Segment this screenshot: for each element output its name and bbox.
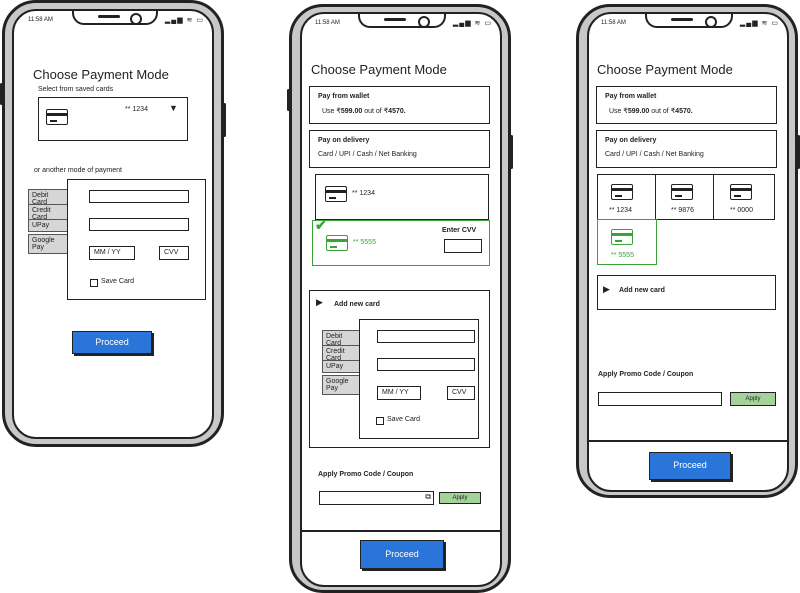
check-icon: ✔ [315, 217, 327, 233]
phone-screen-3: 11:58 AM ▂▄▆ ≋ ▭ Choose Payment Mode Pay… [587, 12, 789, 492]
card-icon [611, 184, 633, 200]
caret-right-icon[interactable]: ▶ [316, 297, 323, 308]
phone-frame-3: 11:58 AM ▂▄▆ ≋ ▭ Choose Payment Mode Pay… [576, 4, 800, 498]
status-icons: ▂▄▆ ≋ ▭ [739, 20, 779, 27]
phone-frame-2: 11:58 AM ▂▄▆ ≋ ▭ Choose Payment Mode Pay… [287, 4, 513, 593]
proceed-button[interactable]: Proceed [360, 540, 444, 569]
delivery-desc: Card / UPI / Cash / Net Banking [605, 151, 704, 158]
other-mode-label: or another mode of payment [34, 167, 122, 174]
phone-screen-2: 11:58 AM ▂▄▆ ≋ ▭ Choose Payment Mode Pay… [300, 12, 502, 587]
caret-right-icon[interactable]: ▶ [603, 284, 610, 295]
card-number-input[interactable] [89, 190, 189, 203]
card-form: MM / YY CVV Save Card [359, 319, 479, 439]
pay-on-delivery-option[interactable]: Pay on delivery Card / UPI / Cash / Net … [309, 130, 490, 168]
add-card-label[interactable]: Add new card [619, 287, 665, 294]
saved-card-option-5555-selected[interactable]: ✔ ** 5555 Enter CVV [312, 217, 490, 266]
status-time: 11:58 AM [28, 17, 53, 23]
delivery-title: Pay on delivery [318, 137, 370, 144]
card-icon [326, 235, 348, 251]
delivery-desc: Card / UPI / Cash / Net Banking [318, 151, 417, 158]
card-number: ** 5555 [611, 252, 634, 259]
promo-title: Apply Promo Code / Coupon [598, 371, 694, 378]
pay-from-wallet-option[interactable]: Pay from wallet Use ₹599.00 out of ₹4570… [309, 86, 490, 124]
card-form: MM / YY CVV Save Card [67, 179, 206, 300]
add-new-card-section[interactable]: ▶ Add new card [597, 275, 776, 310]
card-icon [46, 109, 68, 125]
tab-upay[interactable]: UPay [322, 360, 362, 373]
card-name-input[interactable] [377, 358, 475, 371]
expiry-input[interactable]: MM / YY [377, 386, 421, 400]
tab-upay[interactable]: UPay [28, 219, 68, 232]
card-number-input[interactable] [377, 330, 475, 343]
expiry-input[interactable]: MM / YY [89, 246, 135, 260]
delivery-title: Pay on delivery [605, 137, 657, 144]
status-icons: ▂▄▆ ≋ ▭ [164, 17, 204, 24]
card-number: ** 1234 [352, 190, 375, 197]
card-number: ** 5555 [353, 239, 376, 246]
phone-screen-1: 11:58 AM ▂▄▆ ≋ ▭ Choose Payment Mode Sel… [12, 9, 214, 439]
saved-card-tile-5555-selected[interactable]: ** 5555 [597, 219, 657, 265]
cvv-input[interactable]: CVV [447, 386, 475, 400]
chevron-down-icon[interactable]: ▼ [169, 103, 178, 113]
paste-icon[interactable]: ⧉ [425, 492, 431, 502]
proceed-button[interactable]: Proceed [649, 452, 731, 480]
pay-on-delivery-option[interactable]: Pay on delivery Card / UPI / Cash / Net … [596, 130, 777, 168]
saved-card-dropdown[interactable]: ** 1234 ▼ [38, 97, 188, 141]
promo-title: Apply Promo Code / Coupon [318, 471, 414, 478]
promo-input[interactable] [598, 392, 722, 406]
proceed-button[interactable]: Proceed [72, 331, 152, 354]
add-new-card-section: ▶ Add new card Debit Card Credit Card UP… [309, 290, 490, 448]
card-icon [611, 229, 633, 245]
saved-card-tile-1234[interactable]: ** 1234 [597, 174, 657, 220]
status-icons: ▂▄▆ ≋ ▭ [452, 20, 492, 27]
page-title: Choose Payment Mode [33, 67, 169, 82]
apply-button[interactable]: Apply [730, 392, 776, 406]
status-time: 11:58 AM [315, 20, 340, 26]
status-time: 11:58 AM [601, 20, 626, 26]
card-number: ** 1234 [609, 207, 632, 214]
card-icon [730, 184, 752, 200]
page-title: Choose Payment Mode [311, 62, 447, 77]
save-card-label: Save Card [101, 278, 135, 285]
divider [589, 440, 787, 442]
cvv-input[interactable] [444, 239, 482, 253]
tab-google-pay[interactable]: Google Pay [322, 375, 362, 395]
wallet-desc: Use ₹599.00 out of ₹4570. [322, 108, 406, 115]
cvv-input[interactable]: CVV [159, 246, 189, 260]
pay-from-wallet-option[interactable]: Pay from wallet Use ₹599.00 out of ₹4570… [596, 86, 777, 124]
card-icon [671, 184, 693, 200]
saved-card-tile-0000[interactable]: ** 0000 [713, 174, 775, 220]
card-name-input[interactable] [89, 218, 189, 231]
wallet-desc: Use ₹599.00 out of ₹4570. [609, 108, 693, 115]
save-card-checkbox[interactable] [90, 279, 98, 287]
promo-input[interactable]: ⧉ [319, 491, 434, 505]
wallet-title: Pay from wallet [605, 93, 657, 100]
save-card-checkbox[interactable] [376, 417, 384, 425]
saved-card-option-1234[interactable]: ** 1234 [315, 174, 489, 220]
card-icon [325, 186, 347, 202]
page-title: Choose Payment Mode [597, 62, 733, 77]
saved-cards-label: Select from saved cards [38, 86, 114, 93]
tab-google-pay[interactable]: Google Pay [28, 234, 68, 254]
phone-frame-1: 11:58 AM ▂▄▆ ≋ ▭ Choose Payment Mode Sel… [0, 0, 226, 447]
divider [302, 530, 500, 532]
wallet-title: Pay from wallet [318, 93, 370, 100]
saved-card-tile-9876[interactable]: ** 9876 [655, 174, 715, 220]
save-card-label: Save Card [387, 416, 421, 423]
apply-button[interactable]: Apply [439, 492, 481, 504]
card-number: ** 9876 [671, 207, 694, 214]
card-number: ** 0000 [730, 207, 753, 214]
saved-card-number: ** 1234 [125, 106, 148, 113]
add-card-label[interactable]: Add new card [334, 301, 380, 308]
enter-cvv-label: Enter CVV [442, 227, 477, 234]
